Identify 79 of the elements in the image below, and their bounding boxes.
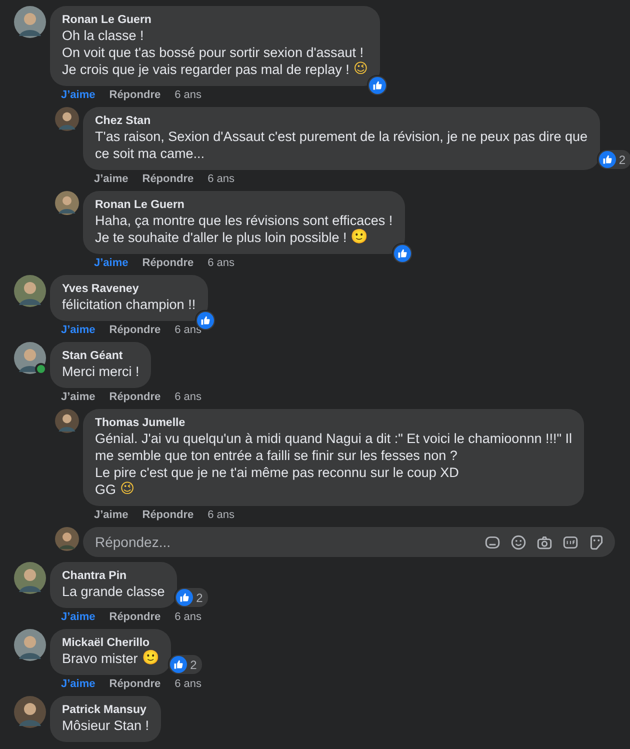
reply-link[interactable]: Répondre [109,610,161,624]
author-name[interactable]: Patrick Mansuy [62,703,150,717]
like-link[interactable]: J’aime [61,323,96,337]
author-name[interactable]: Yves Raveney [62,282,196,296]
comment-text: félicitation champion !! [62,296,196,313]
reply-link[interactable]: Répondre [109,677,161,691]
like-link[interactable]: J’aime [61,390,96,404]
like-link[interactable]: J’aime [94,508,128,522]
author-name[interactable]: Ronan Le Guern [62,13,368,27]
like-icon [196,312,214,329]
timestamp[interactable]: 6 ans [174,88,202,102]
timestamp[interactable]: 6 ans [208,508,235,522]
comment-text: Le pire c'est que je ne t'ai même pas reconnu sur le coup XD [95,464,459,481]
sticker-face-icon[interactable] [588,534,605,550]
comment-text: T'as raison, Sexion d'Assaut c'est purement de la révision, je ne peux pas dire que [95,128,588,145]
reply-link[interactable]: Répondre [109,88,161,102]
author-name[interactable]: Ronan Le Guern [95,198,393,212]
author-name[interactable]: Chantra Pin [62,569,165,583]
emoji: 😉 [120,481,135,498]
like-link[interactable]: J’aime [94,172,128,186]
comment-composer[interactable]: Répondez... [83,527,615,557]
timestamp[interactable]: 6 ans [208,256,235,270]
avatar[interactable] [55,409,79,433]
comment-text: GG [95,481,116,498]
emoji: 🙂 [142,650,159,667]
reaction-badge[interactable] [367,75,388,96]
comment-text: Bravo mister [62,650,138,667]
like-icon [170,656,188,673]
author-name[interactable]: Thomas Jumelle [95,416,572,430]
avatar[interactable] [14,275,46,307]
timestamp[interactable]: 6 ans [174,677,202,691]
reaction-badge[interactable]: 2 [168,654,203,675]
like-icon [176,589,194,606]
emoji-icon[interactable] [510,534,527,550]
author-name[interactable]: Stan Géant [62,349,140,363]
timestamp[interactable]: 6 ans [174,610,202,624]
timestamp[interactable]: 6 ans [174,390,202,404]
avatar[interactable] [14,562,46,594]
avatar [55,527,79,551]
like-link[interactable]: J’aime [94,256,128,270]
comment-text: La grande classe [62,583,165,600]
comment-text: Haha, ça montre que les révisions sont efficaces ! [95,212,393,229]
reply-link[interactable]: Répondre [142,256,194,270]
author-name[interactable]: Chez Stan [95,114,588,128]
reply-link[interactable]: Répondre [109,323,161,337]
author-name[interactable]: Mickaël Cherillo [62,636,159,650]
comment-text: Je crois que je vais regarder pas mal de replay ! [62,61,350,78]
comment-text: On voit que t'as bossé pour sortir sexion d'assaut ! [62,44,364,61]
comment-text: ce soit ma came... [95,145,205,162]
like-icon [394,245,411,262]
emoji: 🙂 [350,229,368,246]
avatar[interactable] [14,629,46,661]
comment-text: Génial. J'ai vu quelqu'un à midi quand Nagui a dit :" Et voici le chamioonnn !!!" Il [95,430,572,447]
gif-icon[interactable] [562,534,579,550]
avatar[interactable] [14,342,46,374]
like-icon [369,77,386,94]
reply-link[interactable]: Répondre [142,172,194,186]
reply-link[interactable]: Répondre [142,508,194,522]
reply-link[interactable]: Répondre [109,390,161,404]
like-icon [598,151,616,168]
timestamp[interactable]: 6 ans [208,172,235,186]
comment-text: Je te souhaite d'aller le plus loin possible ! [95,229,347,246]
like-link[interactable]: J’aime [61,610,96,624]
reply-input-field[interactable]: Répondez... [93,533,484,551]
comment-text: Merci merci ! [62,363,140,380]
comment-text: Oh la classe ! [62,27,144,44]
emoji: 😉 [353,61,368,78]
avatar[interactable] [14,6,46,38]
avatar[interactable] [55,107,79,131]
camera-icon[interactable] [536,534,553,550]
avatar[interactable] [14,696,46,728]
comment-text: me semble que ton entrée a failli se finir sur les fesses non ? [95,447,458,464]
comment-text: Môsieur Stan ! [62,717,150,734]
reaction-badge[interactable] [392,243,413,264]
avatar[interactable] [55,191,79,215]
reaction-badge[interactable]: 2 [596,149,630,170]
like-link[interactable]: J’aime [61,88,96,102]
reaction-badge[interactable]: 2 [174,587,209,608]
like-link[interactable]: J’aime [61,677,96,691]
